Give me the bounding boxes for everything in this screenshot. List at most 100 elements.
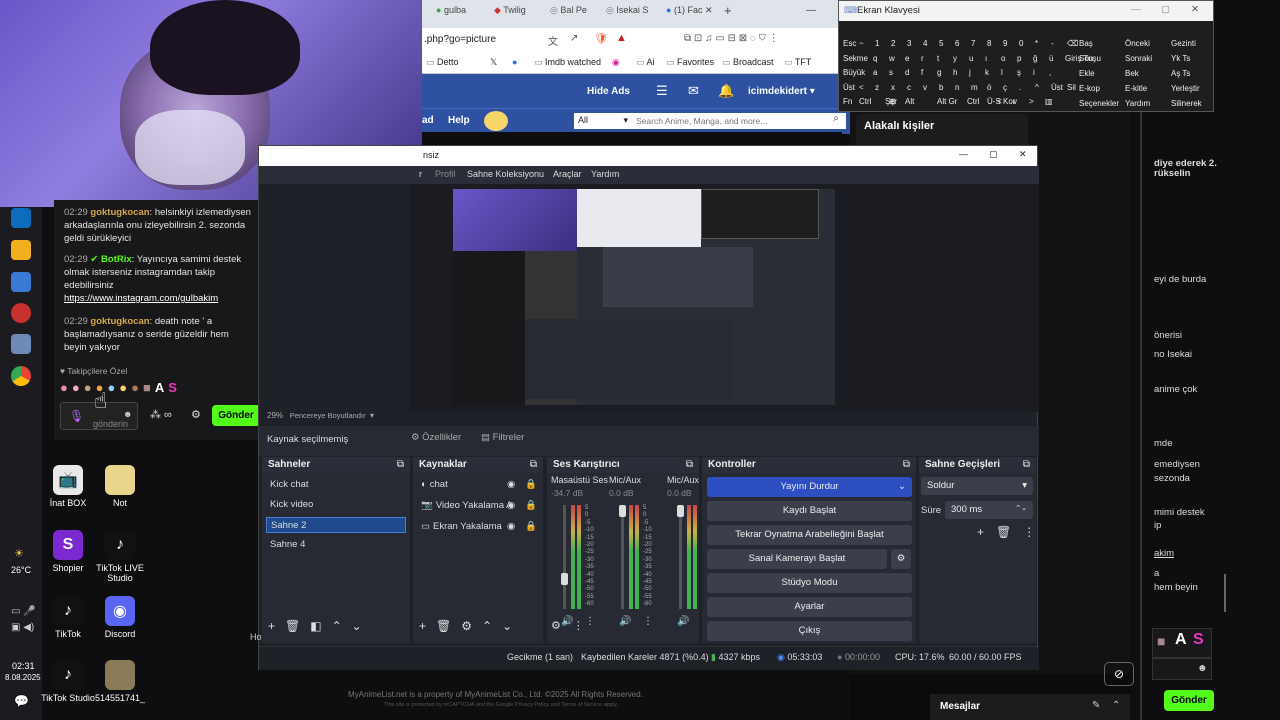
keyboard-key[interactable]: ğ <box>1033 54 1037 63</box>
emote-icon[interactable]: ■ <box>143 380 151 395</box>
source-item[interactable]: ▭ Ekran Yakalama ◉ 🔒 <box>417 519 539 535</box>
undock-icon[interactable]: ⧉ <box>1023 459 1030 470</box>
keyboard-key[interactable]: x <box>891 83 895 92</box>
menu-dots-icon[interactable]: ⋮ <box>573 619 584 632</box>
bookmark-imdb[interactable]: ▭ Imdb watched <box>534 57 601 68</box>
keyboard-key[interactable]: Üst <box>843 83 855 92</box>
volume-slider[interactable] <box>621 505 624 609</box>
add-icon[interactable]: + <box>977 525 984 539</box>
nav-item-help[interactable]: Help <box>448 115 470 126</box>
browser-tab[interactable]: ◆ Twilig <box>494 5 526 23</box>
messages-bar[interactable]: Mesajlar ✎ ⌃ <box>930 694 1130 720</box>
keyboard-key[interactable]: 3 <box>907 39 911 48</box>
move-down-icon[interactable]: ⌄ <box>352 619 362 633</box>
keyboard-key[interactable]: E-kitle <box>1125 84 1147 93</box>
trash-icon[interactable]: 🗑 <box>436 619 451 633</box>
lock-icon[interactable]: 🔒 <box>525 479 537 490</box>
zoom-control[interactable]: 29% Pencereye Boyutlandır ▾ <box>267 411 374 420</box>
bell-icon[interactable]: 🔔 <box>718 83 734 99</box>
keyboard-key[interactable]: p <box>1017 54 1021 63</box>
emoji-icon[interactable]: ☻ <box>123 409 132 419</box>
keyboard-key[interactable]: Ctrl <box>967 97 979 106</box>
keyboard-key[interactable]: Büyük <box>843 68 865 77</box>
browser-tab[interactable]: ◎ Isekai S <box>606 5 648 23</box>
keyboard-key[interactable]: ç <box>1003 83 1007 92</box>
keyboard-key[interactable]: y <box>953 54 957 63</box>
menu-dots-icon[interactable]: ⋮ <box>585 616 595 627</box>
eye-icon[interactable]: ◉ <box>507 479 515 490</box>
keyboard-key[interactable]: > <box>1029 97 1034 106</box>
desktop-icon[interactable]: ♪ TikTok LIVE Studio <box>92 530 148 583</box>
keyboard-key[interactable]: ü <box>1049 54 1053 63</box>
facebook-icon[interactable]: ● <box>512 57 517 67</box>
spinner-icon[interactable]: ⌃⌄ <box>1015 504 1027 512</box>
tray-icons[interactable]: ▭ 🎤 <box>11 606 36 617</box>
app-icon[interactable] <box>11 272 31 292</box>
browser-tab[interactable]: ◎ Bal Pe <box>550 5 587 23</box>
scene-item[interactable]: Kick video <box>266 497 406 513</box>
emoji-icon[interactable]: ☻ <box>1197 663 1208 674</box>
instagram-icon[interactable]: ◉ <box>612 57 620 68</box>
move-down-icon[interactable]: ⌄ <box>502 619 512 633</box>
undock-icon[interactable]: ⧉ <box>530 459 537 470</box>
menu-dots-icon[interactable]: ⋮ <box>1023 525 1035 539</box>
keyboard-key[interactable]: 6 <box>955 39 959 48</box>
source-item[interactable]: ◐ chat ◉ 🔒 <box>417 477 539 493</box>
lock-icon[interactable]: 🔒 <box>525 521 537 532</box>
emote-s-icon[interactable]: S <box>1193 631 1204 649</box>
control-button[interactable]: Tekrar Oynatma Arabelleğini Başlat <box>707 525 912 545</box>
emote-icon[interactable]: ● <box>131 380 139 395</box>
keyboard-key[interactable]: z <box>875 83 879 92</box>
keyboard-key[interactable]: Aş Ts <box>1171 69 1190 78</box>
mic-icon[interactable]: 🎙 <box>69 409 84 423</box>
add-icon[interactable]: + <box>419 619 426 633</box>
desktop-icon[interactable]: ♪ TikTok <box>40 596 96 639</box>
keyboard-key[interactable]: 5 <box>939 39 943 48</box>
keyboard-key[interactable]: 7 <box>971 39 975 48</box>
mal-search-input[interactable] <box>632 113 826 129</box>
keyboard-key[interactable]: E-kop <box>1079 84 1100 93</box>
keyboard-key[interactable]: s <box>889 68 893 77</box>
chat-user[interactable]: goktugkocan <box>90 207 149 218</box>
infinity-icon[interactable]: ⁂ ∞ <box>150 408 172 421</box>
keyboard-key[interactable]: r <box>921 54 924 63</box>
search-scope-select[interactable]: All ▾ <box>574 113 632 129</box>
calculator-icon[interactable] <box>11 334 31 354</box>
preview-canvas[interactable] <box>453 189 835 405</box>
menu-item-tools[interactable]: Araçlar <box>553 169 582 179</box>
extension-icon[interactable]: ⧉ ⊡ ♫ ▭ ⊟ ⊠ ◌ ⛉ ⋮ <box>684 33 779 44</box>
bookmark-detto[interactable]: ▭ Detto <box>426 57 459 68</box>
chat-user[interactable]: BotRix <box>101 254 132 265</box>
search-icon[interactable]: ⌕ <box>826 113 846 129</box>
keyboard-key[interactable]: Ekle <box>1079 69 1095 78</box>
source-item[interactable]: 📷 Video Yakalama A ◉ 🔒 <box>417 498 539 514</box>
network-icon[interactable]: ▣ ◀) <box>11 622 34 633</box>
keyboard-key[interactable]: Sekme <box>843 54 868 63</box>
volume-slider-handle[interactable] <box>677 505 684 517</box>
keyboard-key[interactable]: Sonraki <box>1125 54 1152 63</box>
emote-s-icon[interactable]: S <box>168 380 177 395</box>
emote-icon[interactable]: ● <box>119 380 127 395</box>
keyboard-key[interactable]: l <box>1001 68 1003 77</box>
control-button[interactable]: Ayarlar <box>707 597 912 617</box>
alert-icon[interactable]: ▲ <box>616 32 627 44</box>
browser-tab[interactable]: ● gulba <box>436 5 466 23</box>
keyboard-key[interactable]: Yardım <box>1125 99 1150 108</box>
url-text[interactable]: .php?go=picture <box>424 34 496 45</box>
control-button[interactable]: Stüdyo Modu <box>707 573 912 593</box>
keyboard-key[interactable]: f <box>921 68 923 77</box>
right-chat-input[interactable]: ☻ <box>1152 658 1212 680</box>
keyboard-key[interactable]: 0 <box>1019 39 1023 48</box>
menu-item-help[interactable]: Yardım <box>591 169 619 179</box>
filter-icon[interactable]: ◧ <box>310 619 321 633</box>
keyboard-key[interactable]: ı <box>985 54 987 63</box>
keyboard-key[interactable]: - <box>1051 39 1054 48</box>
control-button[interactable]: Kaydı Başlat <box>707 501 912 521</box>
maximize-icon[interactable]: ▢ <box>1161 4 1170 15</box>
brave-icon[interactable]: 🛡 <box>594 32 608 45</box>
right-send-button[interactable]: Gönder <box>1164 690 1214 711</box>
hide-ads-link[interactable]: Hide Ads <box>587 86 630 97</box>
close-icon[interactable]: ✕ <box>1019 149 1027 160</box>
trash-icon[interactable]: 🗑 <box>996 525 1011 539</box>
keyboard-key[interactable]: < <box>859 83 864 92</box>
